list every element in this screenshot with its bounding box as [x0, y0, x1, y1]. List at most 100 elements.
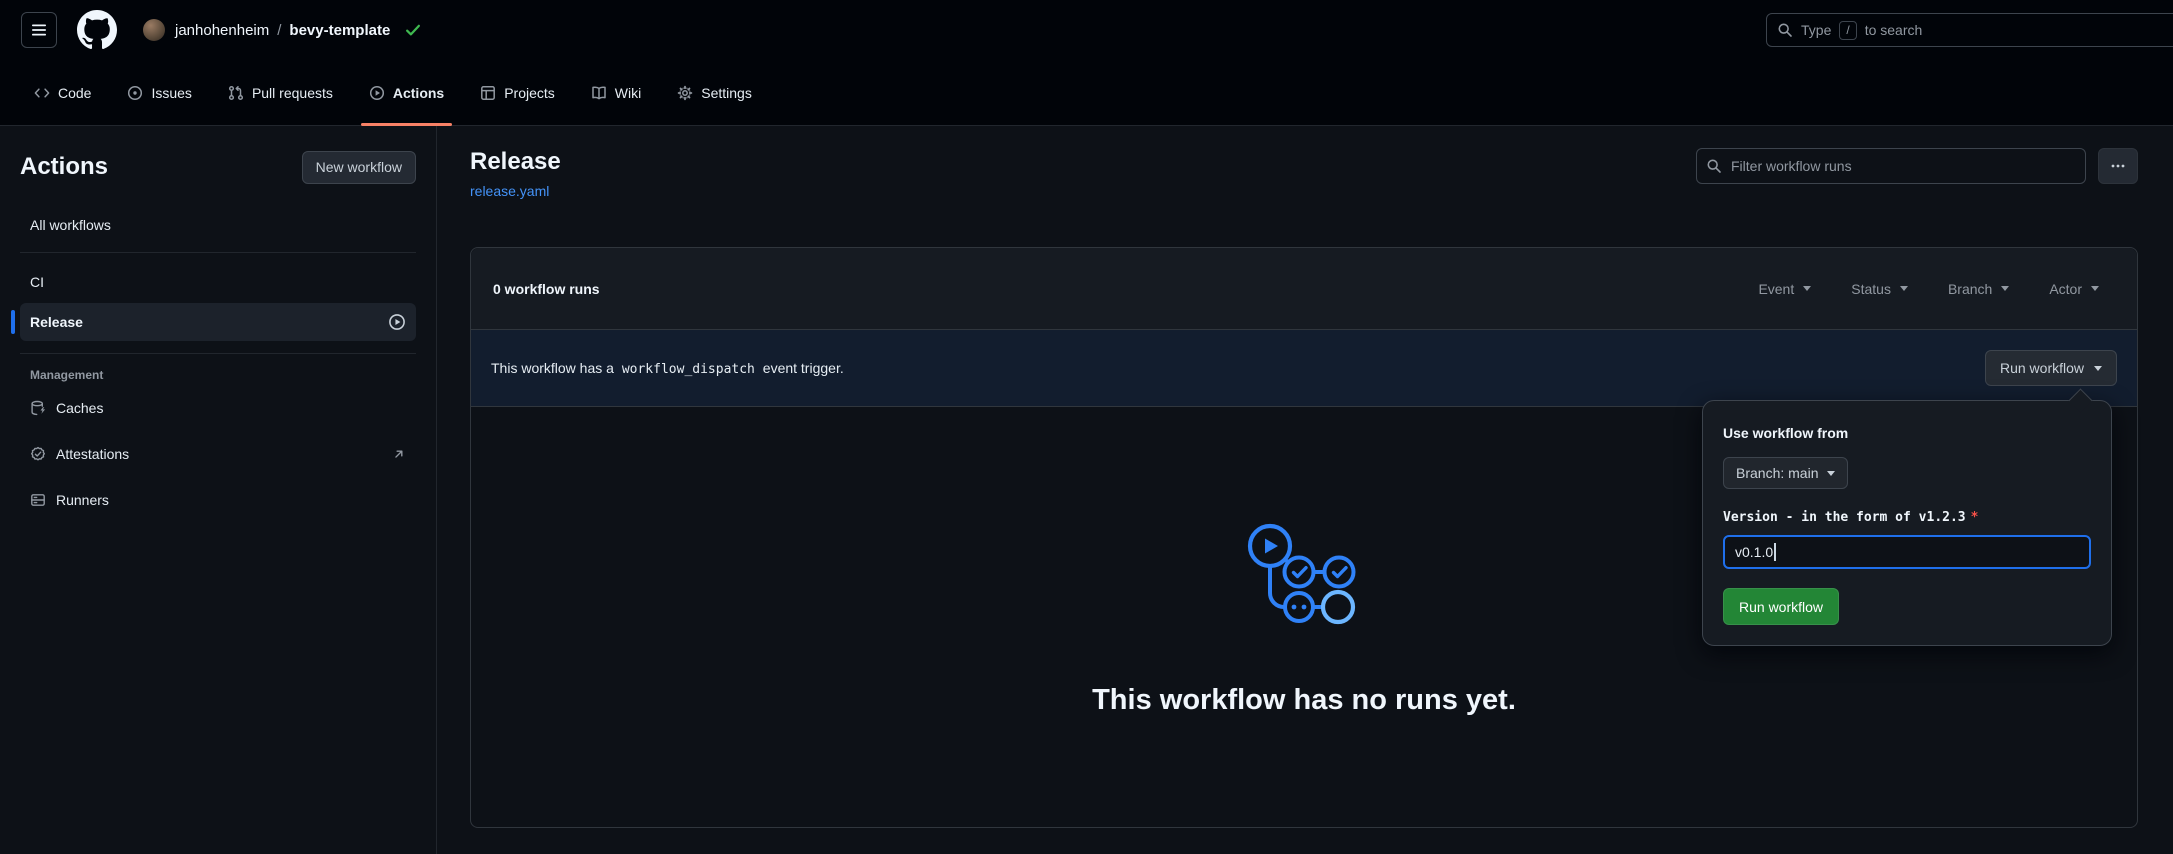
new-workflow-button[interactable]: New workflow: [302, 151, 416, 184]
version-input[interactable]: v0.1.0: [1723, 535, 2091, 569]
attestations-label: Attestations: [56, 446, 129, 462]
tab-settings[interactable]: Settings: [669, 60, 760, 125]
tab-projects[interactable]: Projects: [472, 60, 563, 125]
play-circle-icon: [369, 85, 385, 101]
breadcrumb-owner[interactable]: janhohenheim: [175, 22, 269, 39]
sidebar-divider: [20, 252, 416, 253]
sidebar-item-workflow-release[interactable]: Release: [20, 303, 416, 341]
workflow-file-link[interactable]: release.yaml: [470, 183, 561, 199]
search-placeholder-pre: Type: [1801, 22, 1831, 38]
tab-code[interactable]: Code: [26, 60, 99, 125]
global-search-input[interactable]: Type / to search: [1766, 13, 2173, 47]
external-link-arrow-icon: [392, 447, 406, 461]
chevron-down-icon: [1827, 471, 1835, 476]
slash-key-badge: /: [1839, 21, 1856, 40]
workflow-heading-group: Release release.yaml: [470, 148, 561, 199]
github-logo-icon[interactable]: [77, 10, 117, 50]
table-icon: [480, 85, 496, 101]
runners-label: Runners: [56, 492, 109, 508]
tab-wiki[interactable]: Wiki: [583, 60, 649, 125]
breadcrumb: janhohenheim / bevy-template: [175, 22, 390, 39]
required-marker: *: [1971, 510, 1979, 525]
tab-issues[interactable]: Issues: [119, 60, 199, 125]
branch-select-button[interactable]: Branch: main: [1723, 457, 1848, 489]
issue-opened-icon: [127, 85, 143, 101]
popup-title: Use workflow from: [1723, 425, 2091, 441]
chevron-down-icon: [2001, 286, 2009, 291]
user-avatar[interactable]: [143, 19, 165, 41]
workflow-dispatch-play-icon: [388, 313, 406, 331]
breadcrumb-repo[interactable]: bevy-template: [289, 22, 390, 39]
version-field-label: Version - in the form of v1.2.3 *: [1723, 510, 2091, 525]
server-icon: [30, 492, 46, 508]
breadcrumb-separator: /: [269, 22, 289, 39]
all-workflows-label: All workflows: [30, 217, 111, 233]
sidebar-divider: [20, 353, 416, 354]
app-header: janhohenheim / bevy-template Type / to s…: [0, 0, 2173, 60]
sidebar-item-all-workflows[interactable]: All workflows: [20, 210, 416, 240]
actor-filter-label: Actor: [2049, 281, 2082, 297]
branch-select-label: Branch: main: [1736, 465, 1818, 481]
verified-badge-icon: [30, 446, 46, 462]
sidebar-title: Actions: [20, 153, 108, 181]
gear-icon: [677, 85, 693, 101]
status-filter-dropdown[interactable]: Status: [1851, 281, 1908, 297]
management-section-label: Management: [20, 368, 416, 382]
cache-database-icon: [30, 400, 46, 416]
popup-run-workflow-button[interactable]: Run workflow: [1723, 588, 1839, 625]
tab-label: Wiki: [615, 85, 641, 101]
actor-filter-dropdown[interactable]: Actor: [2049, 281, 2099, 297]
tab-label: Code: [58, 85, 91, 101]
book-icon: [591, 85, 607, 101]
sidebar-item-workflow-ci[interactable]: CI: [20, 267, 416, 297]
run-workflow-dropdown-button[interactable]: Run workflow: [1985, 350, 2117, 386]
actions-sidebar: Actions New workflow All workflows CI Re…: [0, 126, 437, 854]
event-filter-dropdown[interactable]: Event: [1758, 281, 1811, 297]
tab-pull-requests[interactable]: Pull requests: [220, 60, 341, 125]
hamburger-icon: [31, 22, 47, 38]
version-input-value: v0.1.0: [1735, 544, 1773, 560]
chevron-down-icon: [1803, 286, 1811, 291]
workflow-release-label: Release: [30, 314, 83, 330]
filter-workflow-runs-input[interactable]: [1696, 148, 2086, 184]
version-label-text: Version - in the form of v1.2.3: [1723, 510, 1966, 525]
sidebar-item-runners[interactable]: Runners: [20, 480, 416, 520]
tab-label: Issues: [151, 85, 191, 101]
tab-actions[interactable]: Actions: [361, 60, 452, 125]
search-placeholder-post: to search: [1865, 22, 1923, 38]
tab-label: Actions: [393, 85, 444, 101]
workflow-options-kebab-button[interactable]: [2098, 148, 2138, 184]
branch-filter-dropdown[interactable]: Branch: [1948, 281, 2009, 297]
event-filter-label: Event: [1758, 281, 1794, 297]
git-pull-request-icon: [228, 85, 244, 101]
banner-text-post: event trigger.: [763, 360, 844, 376]
run-workflow-label: Run workflow: [2000, 360, 2084, 376]
chevron-down-icon: [2094, 366, 2102, 371]
empty-state-message: This workflow has no runs yet.: [471, 684, 2137, 717]
page-title: Release: [470, 148, 561, 176]
repo-tab-nav: Code Issues Pull requests Actions Projec…: [0, 60, 2173, 126]
text-cursor: [1774, 543, 1776, 561]
tab-label: Settings: [701, 85, 752, 101]
tab-label: Projects: [504, 85, 555, 101]
search-icon: [1777, 22, 1793, 38]
sidebar-item-caches[interactable]: Caches: [20, 388, 416, 428]
branch-filter-label: Branch: [1948, 281, 1992, 297]
actions-empty-state-illustration: [1241, 521, 1367, 629]
caches-label: Caches: [56, 400, 103, 416]
filter-search-icon: [1706, 158, 1722, 174]
banner-text-pre: This workflow has a: [491, 360, 614, 376]
banner-text: This workflow has a workflow_dispatch ev…: [491, 360, 844, 377]
status-filter-label: Status: [1851, 281, 1891, 297]
chevron-down-icon: [1900, 286, 1908, 291]
workflow-dispatch-banner: This workflow has a workflow_dispatch ev…: [471, 330, 2137, 407]
run-workflow-popup: Use workflow from Branch: main Version -…: [1702, 400, 2112, 646]
chevron-down-icon: [2091, 286, 2099, 291]
runs-table-header: 0 workflow runs Event Status Branch Acto…: [471, 248, 2137, 330]
kebab-icon: [2110, 158, 2126, 174]
commit-check-icon: [404, 21, 422, 39]
sidebar-item-attestations[interactable]: Attestations: [20, 434, 416, 474]
code-icon: [34, 85, 50, 101]
banner-code: workflow_dispatch: [618, 362, 759, 377]
hamburger-menu-button[interactable]: [21, 12, 57, 48]
